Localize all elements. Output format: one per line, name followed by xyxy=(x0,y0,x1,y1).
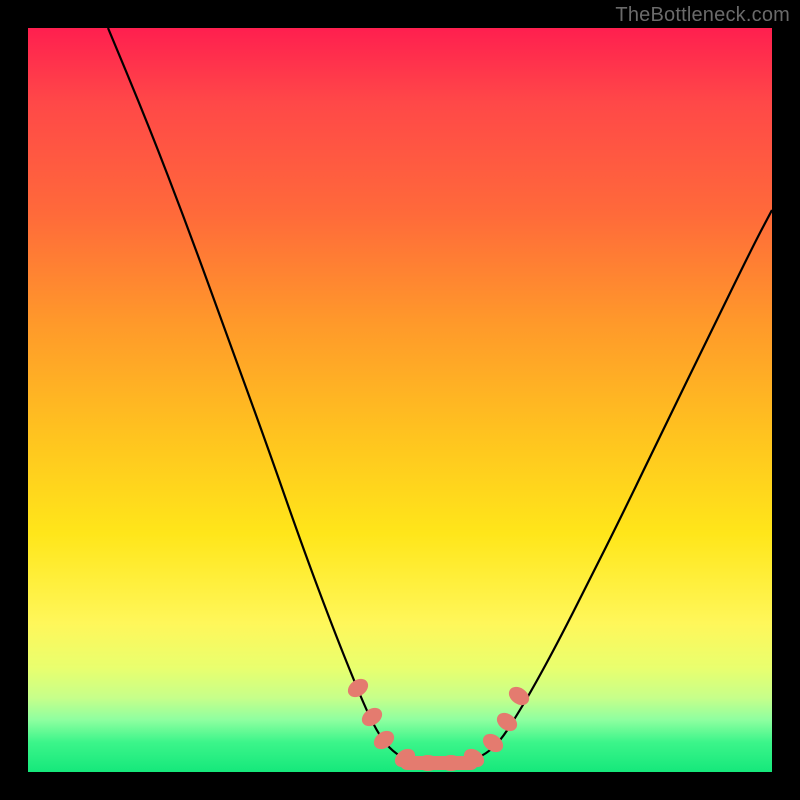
curve-marker xyxy=(344,675,371,701)
curve-marker xyxy=(358,704,385,730)
curve-marker xyxy=(479,730,506,756)
curve-marker xyxy=(505,683,532,709)
curve-markers xyxy=(344,675,532,771)
curve-marker xyxy=(400,756,478,770)
chart-frame: TheBottleneck.com xyxy=(0,0,800,800)
watermark-text: TheBottleneck.com xyxy=(615,4,790,27)
plot-area xyxy=(28,28,772,772)
bottleneck-curve xyxy=(108,28,772,764)
curve-marker xyxy=(370,727,397,753)
curve-svg xyxy=(28,28,772,772)
